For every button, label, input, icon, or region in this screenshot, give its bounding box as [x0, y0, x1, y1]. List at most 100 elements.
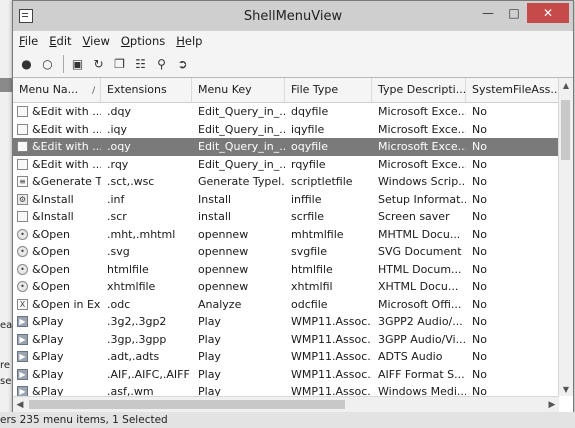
horizontal-scrollbar[interactable]: ◀ ▶ — [13, 396, 559, 412]
cell-extensions: htmlfile — [107, 262, 149, 276]
cell-file-type: iqyfile — [291, 122, 325, 136]
table-row[interactable]: • &Open .svg opennew svgfile SVG Document No — [13, 243, 559, 261]
cell-extensions: .odc — [107, 297, 131, 311]
properties-button[interactable]: ☷ — [131, 55, 150, 74]
table-row[interactable]: • &Open htmlfile opennew htmlfile HTML Docum.… — [13, 261, 559, 279]
cell-type-description: Windows Medi... — [378, 385, 466, 396]
cell-type-description: HTML Docum... — [378, 262, 462, 276]
cell-file-type: odcfile — [291, 297, 328, 311]
menu-name-text: &Install — [32, 192, 74, 206]
table-row[interactable]: • &Open .mht,.mhtml opennew mhtmlfile MHTML D… — [13, 226, 559, 244]
vertical-scroll-thumb[interactable] — [561, 100, 570, 160]
cell-system-file-assoc: No — [472, 280, 487, 293]
menu-accelerator: O — [120, 34, 130, 48]
table-row[interactable]: ▶ &Play .AIF,.AIFC,.AIFF Play WMP11.Assoc...… — [13, 366, 559, 384]
menu-label: dit — [56, 34, 72, 48]
table-row[interactable]: &Edit with ... .rqy Edit_Query_in_... rqyfi… — [13, 156, 559, 174]
office-icon: X — [17, 298, 28, 310]
cell-system-file-assoc: No — [472, 175, 487, 188]
column-header-extensions[interactable]: Extensions — [101, 78, 192, 102]
page-icon — [17, 211, 28, 223]
disable-button[interactable]: ○ — [38, 55, 57, 74]
scroll-up-icon[interactable]: ▲ — [559, 78, 573, 92]
menu-options[interactable]: Options — [121, 34, 165, 48]
title-bar[interactable]: ShellMenuView — □ ✕ — [13, 1, 573, 31]
doc-icon — [17, 141, 28, 153]
globe-icon: • — [17, 228, 28, 240]
table-row[interactable]: &Install .scr install scrfile Screen saver No — [13, 208, 559, 226]
exit-button[interactable]: ➲ — [173, 55, 192, 74]
disable-icon: ○ — [42, 57, 53, 71]
horizontal-scroll-thumb[interactable] — [29, 400, 345, 409]
column-header-file-type[interactable]: File Type — [285, 78, 372, 102]
column-header-type-description[interactable]: Type Descripti... — [372, 78, 466, 102]
cell-file-type: svgfile — [291, 245, 327, 258]
table-row[interactable]: ▶ &Play .adt,.adts Play WMP11.Assoc... ADTS A… — [13, 348, 559, 366]
menu-name-text: &Play — [32, 385, 64, 396]
enable-button[interactable]: ● — [17, 55, 36, 74]
properties-icon: ☷ — [135, 57, 146, 71]
play-icon: ▶ — [17, 386, 28, 396]
menu-edit[interactable]: Edit — [49, 34, 71, 48]
cell-menu-key: Edit_Query_in_... — [198, 157, 285, 171]
table-row[interactable]: ▶ &Play .asf,.wm Play WMP11.Assoc... Windows … — [13, 383, 559, 396]
cell-type-description: Microsoft Offi... — [378, 297, 462, 311]
vertical-scrollbar[interactable]: ▲ ▼ — [558, 78, 573, 396]
cell-menu-name: X&Open in Ex... — [13, 296, 101, 314]
table-row[interactable]: &Edit with ... .oqy Edit_Query_in_... oqyfi… — [13, 138, 559, 156]
cell-system-file-assoc: No — [472, 262, 487, 276]
cell-type-description: AIFF Format S... — [378, 367, 465, 381]
table-row[interactable]: &Edit with ... .iqy Edit_Query_in_... iqyfi… — [13, 121, 559, 139]
menu-name-text: &Open — [32, 262, 70, 276]
table-row[interactable]: ⚙ &Install .inf Install inffile Setup Informa… — [13, 191, 559, 209]
table-row[interactable]: ≡ &Generate T... .sct,.wsc Generate Typel..… — [13, 173, 559, 191]
cell-menu-key: opennew — [198, 245, 249, 258]
table-row[interactable]: ▶ &Play .3g2,.3gp2 Play WMP11.Assoc... 3GPP2 … — [13, 313, 559, 331]
menu-name-text: &Generate T... — [32, 175, 101, 188]
cell-type-description: XHTML Docu... — [378, 280, 459, 293]
globe-icon: • — [17, 281, 28, 293]
save-icon: ▣ — [71, 57, 84, 71]
cell-menu-key: Play — [198, 350, 221, 363]
cell-extensions: .iqy — [107, 122, 128, 136]
table-row[interactable]: • &Open xhtmlfile opennew xhtmlfil XHTML Docu… — [13, 278, 559, 296]
cell-extensions: .mht,.mhtml — [107, 227, 176, 241]
window-controls: — □ ✕ — [475, 3, 569, 23]
cell-menu-name: • &Open — [13, 261, 101, 279]
cell-system-file-assoc: No — [472, 367, 487, 381]
menu-file[interactable]: File — [19, 34, 38, 48]
cell-system-file-assoc: No — [472, 192, 487, 206]
cell-type-description: Microsoft Exce... — [378, 140, 466, 153]
column-header-system-file-assoc[interactable]: SystemFileAss... — [466, 78, 559, 102]
cell-extensions: .svg — [107, 245, 130, 258]
maximize-button[interactable]: □ — [501, 3, 527, 23]
cell-type-description: Microsoft Exce... — [378, 105, 466, 118]
copy-button[interactable]: ❐ — [110, 55, 129, 74]
cell-menu-key: Play — [198, 332, 221, 346]
scroll-right-icon[interactable]: ▶ — [545, 397, 559, 412]
menu-help[interactable]: Help — [176, 34, 202, 48]
cell-type-description: Microsoft Exce... — [378, 157, 466, 171]
cell-file-type: mhtmlfile — [291, 227, 344, 241]
play-icon: ▶ — [17, 351, 28, 363]
close-button[interactable]: ✕ — [527, 3, 569, 23]
menu-view[interactable]: View — [83, 34, 110, 48]
menu-name-text: &Open — [32, 245, 70, 258]
find-button[interactable]: ⚲ — [152, 55, 171, 74]
cell-extensions: .3gp,.3gpp — [107, 332, 167, 346]
menu-accelerator: E — [49, 34, 57, 48]
table-row[interactable]: ▶ &Play .3gp,.3gpp Play WMP11.Assoc... 3GPP A… — [13, 331, 559, 349]
column-header-menu-key[interactable]: Menu Key — [192, 78, 285, 102]
scroll-down-icon[interactable]: ▼ — [559, 382, 573, 396]
minimize-button[interactable]: — — [475, 3, 501, 23]
cell-file-type: WMP11.Assoc... — [291, 315, 372, 328]
save-button[interactable]: ▣ — [68, 55, 87, 74]
refresh-button[interactable]: ↻ — [89, 55, 108, 74]
scroll-left-icon[interactable]: ◀ — [13, 397, 27, 412]
table-row[interactable]: &Edit with ... .dqy Edit_Query_in_... dqyfi… — [13, 103, 559, 121]
menu-label: iew — [90, 34, 110, 48]
table-row[interactable]: X&Open in Ex... .odc Analyze odcfile Microso… — [13, 296, 559, 314]
column-header-menu-name[interactable]: Menu Na... / — [13, 78, 101, 102]
cell-system-file-assoc: No — [472, 210, 487, 223]
menu-items-list[interactable]: Menu Na... / Extensions Menu Key File Typ… — [13, 78, 559, 396]
